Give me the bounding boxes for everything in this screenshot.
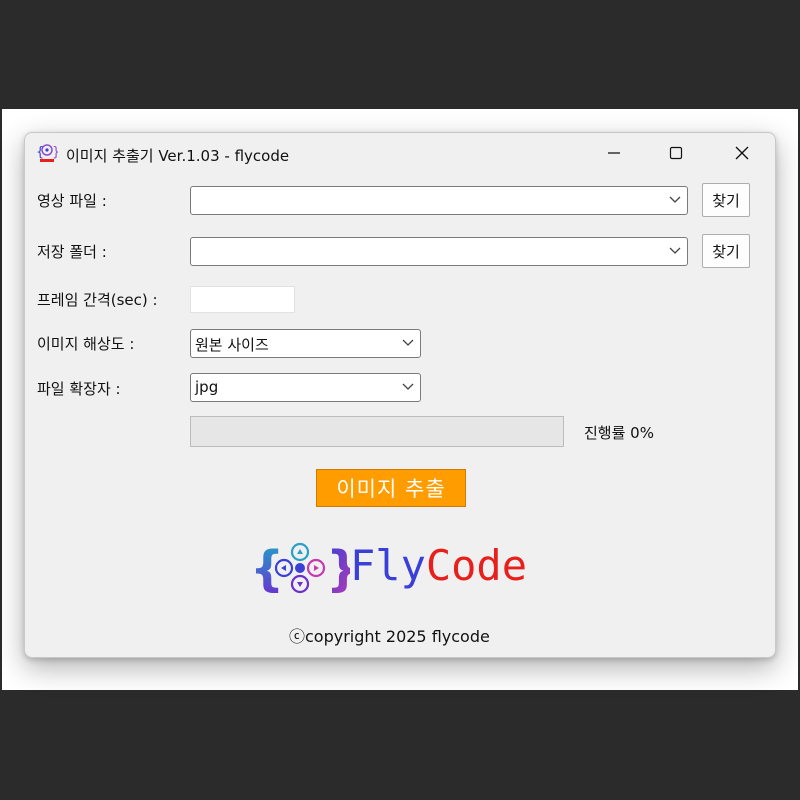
video-file-browse-button[interactable]: 찾기	[702, 183, 750, 217]
flycode-logo-icon: { }	[36, 144, 58, 162]
resolution-selected: 원본 사이즈	[195, 336, 269, 354]
save-folder-label: 저장 폴더 :	[37, 243, 107, 261]
flycode-logo: { } FlyCode	[250, 535, 540, 601]
title-bar: { } 이미지 추출기 Ver.1.03 - flycode	[25, 133, 775, 175]
app-window: { } 이미지 추출기 Ver.1.03 - flycode 영상 파일 :	[24, 132, 776, 658]
logo-wordmark: FlyCode	[350, 545, 527, 587]
video-file-label: 영상 파일 :	[37, 192, 107, 210]
chevron-down-icon	[669, 196, 681, 203]
minimize-button[interactable]	[585, 133, 643, 173]
resolution-label: 이미지 해상도 :	[37, 335, 135, 353]
copyright-text: ⓒcopyright 2025 flycode	[289, 627, 490, 646]
gamepad-logo-icon: { }	[250, 541, 350, 597]
close-icon	[735, 146, 749, 160]
save-folder-browse-button[interactable]: 찾기	[702, 234, 750, 268]
maximize-button[interactable]	[647, 133, 705, 173]
maximize-icon	[669, 146, 683, 160]
extension-selected: jpg	[195, 378, 219, 396]
frame-interval-input[interactable]	[190, 286, 295, 313]
logo-fly-text: Fly	[350, 541, 426, 590]
chevron-down-icon	[669, 247, 681, 254]
close-button[interactable]	[713, 133, 771, 173]
svg-text:}: }	[326, 541, 350, 597]
extension-label: 파일 확장자 :	[37, 380, 121, 398]
chevron-down-icon	[402, 383, 414, 390]
svg-text:}: }	[52, 145, 58, 160]
svg-text:{: {	[250, 541, 284, 597]
progress-bar	[190, 416, 564, 447]
frame-interval-label: 프레임 간격(sec) :	[37, 291, 158, 309]
extension-select[interactable]: jpg	[190, 373, 421, 402]
video-file-combo[interactable]	[190, 186, 688, 215]
resolution-select[interactable]: 원본 사이즈	[190, 329, 421, 358]
extract-images-button[interactable]: 이미지 추출	[316, 469, 466, 507]
chevron-down-icon	[402, 339, 414, 346]
progress-text: 진행률 0%	[584, 424, 654, 442]
logo-code-text: Code	[425, 541, 528, 590]
window-title: 이미지 추출기 Ver.1.03 - flycode	[66, 147, 290, 165]
minimize-icon	[608, 152, 620, 154]
save-folder-combo[interactable]	[190, 237, 688, 266]
